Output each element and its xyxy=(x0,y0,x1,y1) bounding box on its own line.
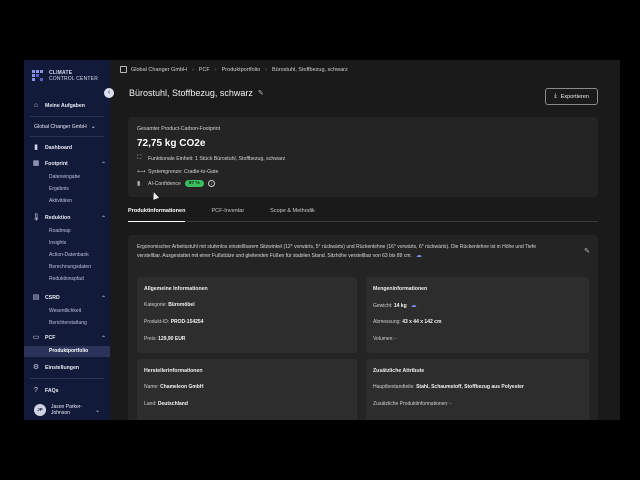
home-icon: ⌂ xyxy=(33,102,39,109)
main-content: Global Changer GmbH › PCF › Produktportf… xyxy=(110,60,620,420)
company-selector[interactable]: Global Changer GmbH ⌄ xyxy=(34,123,96,131)
manufacturer-info-card: Herstellerinformationen Name: Chameleon … xyxy=(137,359,357,420)
info-icon[interactable]: i xyxy=(207,180,215,187)
breadcrumb: Global Changer GmbH › PCF › Produktportf… xyxy=(120,66,348,73)
nav-sub-berichterstattung[interactable]: Berichterstattung xyxy=(49,320,87,326)
breadcrumb-current: Bürostuhl, Stoffbezug, schwarz xyxy=(272,66,348,73)
weight-field: Gewicht: 14 kg ☁ xyxy=(373,303,417,309)
nav-sub-ergebnis[interactable]: Ergebnis xyxy=(49,186,69,192)
manufacturer-name-field: Name: Chameleon GmbH xyxy=(144,384,204,390)
chevron-down-icon: ⌄ xyxy=(90,124,96,130)
breadcrumb-company[interactable]: Global Changer GmbH xyxy=(131,67,187,73)
general-info-card: Allgemeine Informationen Kategorie: Büro… xyxy=(137,277,357,353)
components-field: Hauptbestandteile: Stahl, Schaumstoff, S… xyxy=(373,384,524,390)
chevron-right-icon: › xyxy=(214,66,217,73)
target-icon: ⛶ xyxy=(137,155,142,161)
chart-icon: ▮ xyxy=(137,181,141,187)
category-field: Kategorie: Büromöbel xyxy=(144,302,195,308)
nav-footprint[interactable]: ▦ Footprint ⌃ xyxy=(32,160,106,168)
thermometer-icon: 🌡 xyxy=(32,214,41,221)
nav-einstellungen[interactable]: ⚙ Einstellungen xyxy=(32,364,106,372)
extra-info-field: Zusätzliche Produktinformationen: - xyxy=(373,401,452,407)
system-boundary: ⟷ Systemgrenze: Cradle-to-Gate xyxy=(137,168,219,176)
export-button[interactable]: ⤓ Exportieren xyxy=(545,88,598,105)
functional-unit: ⛶ Funktionale Einheit: 1 Stück Bürostuhl… xyxy=(137,155,286,162)
avatar: JP xyxy=(34,404,46,416)
divider xyxy=(30,378,104,379)
tab-pcf-inventar[interactable]: PCF-Inventar xyxy=(211,205,244,221)
nav-sub-aktivitaeten[interactable]: Aktivitäten xyxy=(49,198,72,204)
nav-my-tasks[interactable]: ⌂ Meine Aufgaben xyxy=(32,102,106,110)
building-icon xyxy=(120,66,127,73)
user-menu[interactable]: JP Jason Parker-Johnson ⌄ xyxy=(34,404,100,416)
chevron-down-icon: ⌄ xyxy=(95,407,101,414)
help-icon: ? xyxy=(34,387,38,394)
logo-text: CLIMATE CONTROL CENTER xyxy=(49,70,99,82)
quantity-info-card: Mengeninformationen Gewicht: 14 kg ☁ Abme… xyxy=(366,277,589,353)
pcf-value: 72,75 kg CO2e xyxy=(137,138,206,149)
nav-csrd[interactable]: ▤ CSRD ⌃ xyxy=(32,294,106,302)
nav-sub-wesentlichkeit[interactable]: Wesentlichkeit xyxy=(49,308,81,314)
confidence-badge: 87 % xyxy=(184,180,204,187)
nav-dashboard[interactable]: ▮ Dashboard xyxy=(32,144,106,152)
chevron-right-icon: › xyxy=(265,66,268,73)
tab-scope-methodik[interactable]: Scope & Methodik xyxy=(270,205,315,221)
product-id-field: Produkt-ID: PROD-154254 xyxy=(144,319,204,325)
logo-icon xyxy=(32,70,44,82)
dimensions-field: Abmessung: 43 x 44 x 142 cm xyxy=(373,319,442,325)
nav-sub-berechnungsdaten[interactable]: Berechnungsdaten xyxy=(49,264,91,270)
page-title: Bürostuhl, Stoffbezug, schwarz ✎ xyxy=(129,88,264,98)
grid-icon: ▤ xyxy=(32,294,40,301)
boundary-icon: ⟷ xyxy=(137,169,146,175)
download-icon: ⤓ xyxy=(554,93,557,99)
bar-chart-icon: ▮ xyxy=(34,144,38,151)
pcf-label: Gesamter Product-Carbon-Footprint xyxy=(137,126,221,132)
nav-sub-roadmap[interactable]: Roadmap xyxy=(49,228,71,234)
price-field: Preis: 129,90 EUR xyxy=(144,336,186,342)
gear-icon: ⚙ xyxy=(32,364,40,371)
collapse-sidebar-button[interactable]: ‹ xyxy=(104,88,114,98)
pcf-summary-card: Gesamter Product-Carbon-Footprint 72,75 … xyxy=(128,117,598,197)
app-window: CLIMATE CONTROL CENTER ⌂ Meine Aufgaben … xyxy=(24,60,620,420)
chevron-up-icon: ⌃ xyxy=(100,335,106,342)
pencil-icon[interactable]: ✎ xyxy=(584,247,590,255)
tab-produktinformationen[interactable]: Produktinformationen xyxy=(128,205,186,222)
divider xyxy=(30,136,104,137)
user-name: Jason Parker-Johnson xyxy=(51,404,83,416)
nav-sub-reduktionspfad[interactable]: Reduktionspfad xyxy=(49,276,84,282)
nav-sub-insights[interactable]: Insights xyxy=(49,240,66,246)
nav-reduktion[interactable]: 🌡 Reduktion ⌃ xyxy=(32,214,106,222)
calculator-icon: ▦ xyxy=(32,160,40,167)
chevron-up-icon: ⌃ xyxy=(100,295,106,302)
nav-sub-produktportfolio[interactable]: Produktportfolio xyxy=(24,346,110,357)
nav-sub-action-datenbank[interactable]: Action-Datenbank xyxy=(49,252,89,258)
pencil-icon[interactable]: ✎ xyxy=(258,89,264,97)
chevron-right-icon: › xyxy=(191,66,194,73)
volume-field: Volumen: - xyxy=(373,336,397,342)
logo[interactable]: CLIMATE CONTROL CENTER xyxy=(32,70,98,82)
nav-pcf[interactable]: ▭ PCF ⌃ xyxy=(32,334,106,342)
chevron-up-icon: ⌃ xyxy=(100,215,106,222)
ai-cloud-icon: ☁ xyxy=(415,252,422,259)
tab-bar: Produktinformationen PCF-Inventar Scope … xyxy=(128,205,598,222)
product-info-panel: Ergonomischer Arbeitsstuhl mit stufenlos… xyxy=(128,235,598,420)
ai-confidence: ▮ AI-Confidence 87 % i xyxy=(137,180,215,187)
sidebar: CLIMATE CONTROL CENTER ⌂ Meine Aufgaben … xyxy=(24,60,110,420)
nav-faqs[interactable]: ? FAQs xyxy=(32,387,106,395)
ai-cloud-icon: ☁ xyxy=(410,303,417,309)
additional-attributes-card: Zusätzliche Attribute Hauptbestandteile:… xyxy=(366,359,589,420)
product-description: Ergonomischer Arbeitsstuhl mit stufenlos… xyxy=(137,244,536,259)
breadcrumb-portfolio[interactable]: Produktportfolio xyxy=(222,67,261,73)
country-field: Land: Deutschland xyxy=(144,401,188,407)
breadcrumb-pcf[interactable]: PCF xyxy=(199,67,210,73)
chevron-up-icon: ⌃ xyxy=(100,161,106,168)
divider xyxy=(30,116,104,117)
document-icon: ▭ xyxy=(32,334,40,341)
nav-sub-dateneingabe[interactable]: Dateneingabe xyxy=(49,174,80,180)
